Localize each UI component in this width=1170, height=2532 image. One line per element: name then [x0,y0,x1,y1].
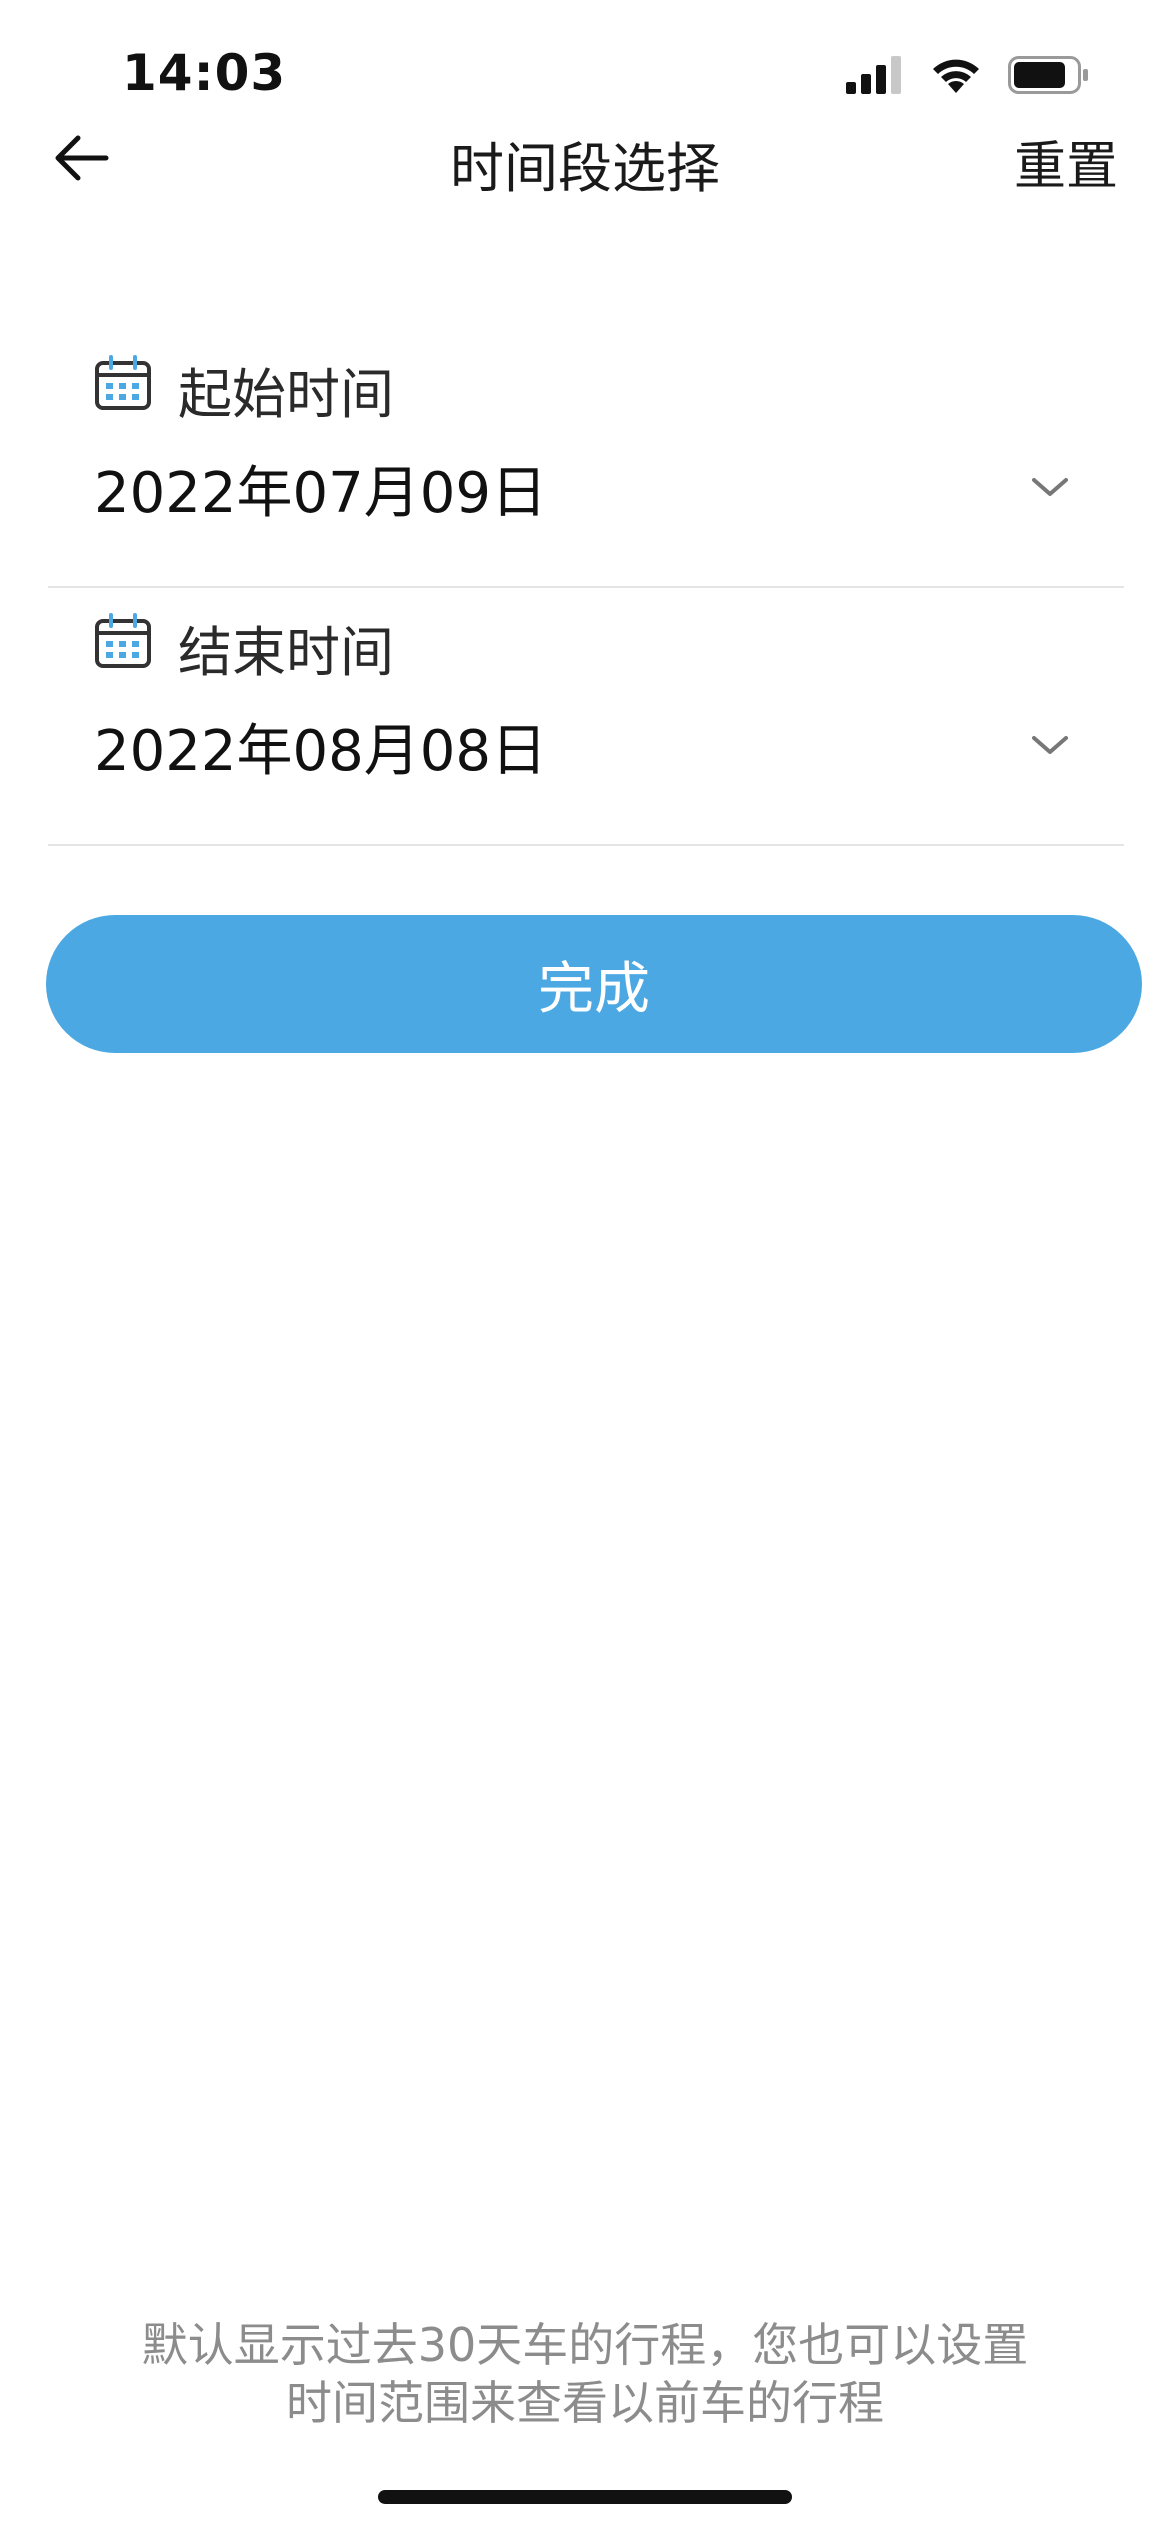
chevron-down-icon [1028,466,1072,510]
end-date-label: 结束时间 [178,621,394,684]
status-time: 14:03 [122,44,287,102]
end-date-label-group: 结束时间 [94,608,394,687]
page-title: 时间段选择 [450,137,720,200]
start-date-label: 起始时间 [178,363,394,426]
footer-hint-line-2: 时间范围来查看以前车的行程 [286,2376,884,2430]
cellular-signal-icon [846,56,904,94]
start-date-value: 2022年07月09日 [94,461,548,526]
end-date-value: 2022年08月08日 [94,719,548,784]
footer-hint: 默认显示过去30天车的行程，您也可以设置 时间范围来查看以前车的行程 [80,2316,1090,2432]
start-date-label-group: 起始时间 [94,350,394,429]
calendar-icon [94,355,152,424]
home-indicator [378,2490,792,2504]
status-icons [846,56,1090,94]
start-date-selector[interactable]: 起始时间 2022年07月09日 [48,330,1124,588]
end-date-selector[interactable]: 结束时间 2022年08月08日 [48,588,1124,846]
reset-button[interactable]: 重置 [1014,124,1118,199]
battery-icon [1008,56,1090,94]
wifi-icon [930,56,982,94]
chevron-down-icon [1028,724,1072,768]
calendar-icon [94,613,152,682]
done-button[interactable]: 完成 [46,915,1142,1053]
footer-hint-line-1: 默认显示过去30天车的行程，您也可以设置 [141,2318,1029,2372]
